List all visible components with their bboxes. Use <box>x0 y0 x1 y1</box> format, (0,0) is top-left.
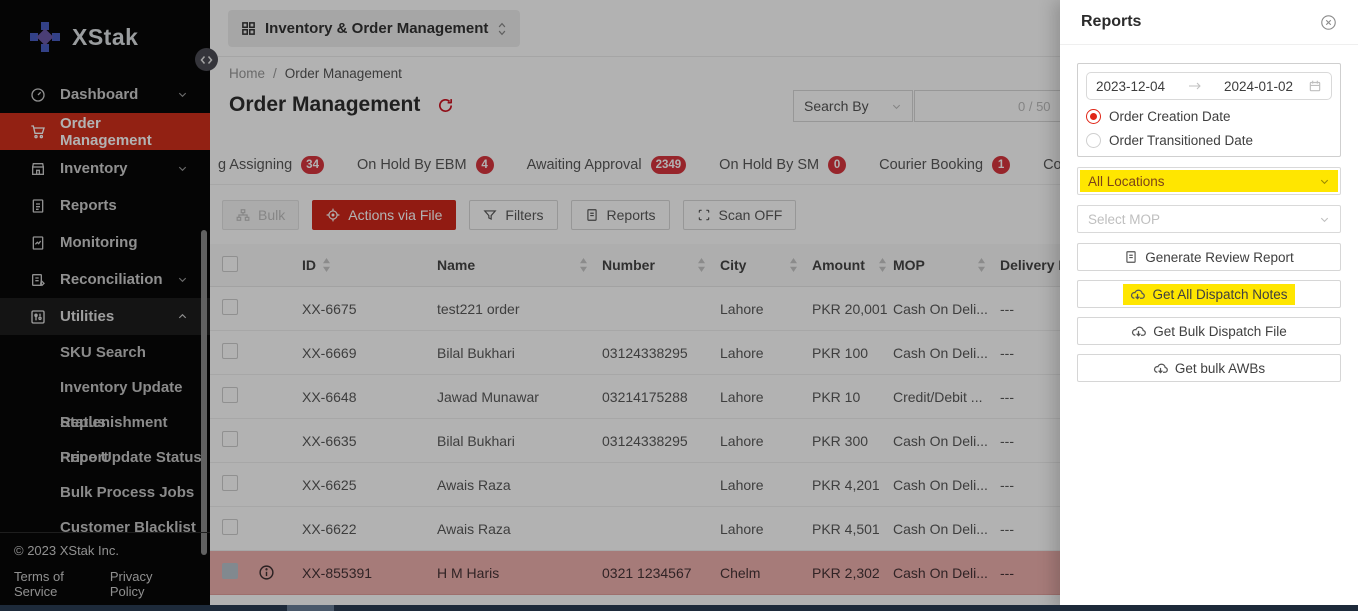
reports-drawer: Reports 2023-12-04 2024-01-02 Order Crea… <box>1060 0 1358 611</box>
get-bulk-dispatch-file-label: Get Bulk Dispatch File <box>1153 324 1287 339</box>
highlighted-value: All Locations <box>1080 170 1338 192</box>
date-filter-card: 2023-12-04 2024-01-02 Order Creation Dat… <box>1077 63 1341 157</box>
radio-icon <box>1086 109 1101 124</box>
drawer-mask[interactable] <box>0 0 1060 611</box>
get-all-dispatch-notes-button[interactable]: Get All Dispatch Notes <box>1077 280 1341 308</box>
close-icon[interactable] <box>1320 14 1337 31</box>
date-range-picker[interactable]: 2023-12-04 2024-01-02 <box>1086 72 1332 100</box>
cloud-download-icon <box>1131 324 1146 339</box>
calendar-icon <box>1308 79 1322 93</box>
chevron-down-icon <box>1319 176 1330 187</box>
location-select[interactable]: All Locations <box>1077 167 1341 195</box>
mop-select[interactable]: Select MOP <box>1077 205 1341 233</box>
get-bulk-awbs-button[interactable]: Get bulk AWBs <box>1077 354 1341 382</box>
drawer-body: 2023-12-04 2024-01-02 Order Creation Dat… <box>1060 45 1358 409</box>
horizontal-scrollbar[interactable] <box>0 605 1358 611</box>
mop-select-placeholder: Select MOP <box>1088 212 1160 227</box>
generate-review-report-button[interactable]: Generate Review Report <box>1077 243 1341 271</box>
chevron-down-icon <box>1319 214 1330 225</box>
cloud-download-icon <box>1130 287 1145 302</box>
get-all-dispatch-notes-label: Get All Dispatch Notes <box>1152 287 1287 302</box>
radio-icon <box>1086 133 1101 148</box>
radio-label: Order Transitioned Date <box>1109 133 1253 148</box>
radio-order-transitioned-date[interactable]: Order Transitioned Date <box>1086 133 1332 148</box>
radio-label: Order Creation Date <box>1109 109 1231 124</box>
end-date[interactable]: 2024-01-02 <box>1224 79 1293 94</box>
scrollbar-thumb[interactable] <box>287 605 334 611</box>
highlighted-label: Get All Dispatch Notes <box>1123 284 1294 305</box>
drawer-header: Reports <box>1060 0 1358 45</box>
file-text-icon <box>1124 250 1138 264</box>
start-date[interactable]: 2023-12-04 <box>1096 79 1165 94</box>
arrow-right-icon <box>1174 81 1215 91</box>
cloud-download-icon <box>1153 361 1168 376</box>
get-bulk-awbs-label: Get bulk AWBs <box>1175 361 1265 376</box>
drawer-title: Reports <box>1081 13 1141 31</box>
generate-review-report-label: Generate Review Report <box>1145 250 1294 265</box>
get-bulk-dispatch-file-button[interactable]: Get Bulk Dispatch File <box>1077 317 1341 345</box>
radio-order-creation-date[interactable]: Order Creation Date <box>1086 109 1332 124</box>
location-select-value: All Locations <box>1088 174 1165 189</box>
